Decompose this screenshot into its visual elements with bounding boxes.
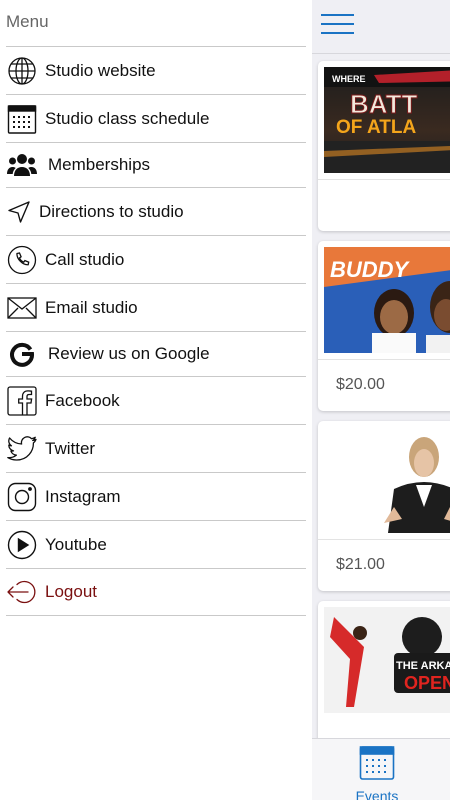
menu-item-label: Logout: [45, 582, 97, 601]
menu-item-call-studio[interactable]: Call studio: [6, 235, 306, 283]
facebook-icon: [6, 385, 38, 417]
event-banner-text: BUDDY: [330, 257, 411, 282]
event-image: BUDDY: [324, 247, 450, 353]
envelope-icon: [6, 292, 38, 324]
menu-item-facebook[interactable]: Facebook: [6, 376, 306, 424]
menu-item-label: Memberships: [48, 155, 151, 174]
tab-events-label: Events: [355, 788, 399, 800]
menu-item-label: Call studio: [45, 249, 125, 269]
menu-list: Studio website Studio class schedule Mem…: [0, 46, 312, 616]
events-page: WHERE BATT OF ATLA BUDDY $20.00 $21.00 T…: [312, 0, 450, 800]
menu-item-memberships[interactable]: Memberships: [6, 142, 306, 187]
menu-item-twitter[interactable]: Twitter: [6, 424, 306, 472]
menu-item-label: Instagram: [45, 486, 121, 506]
menu-item-label: Review us on Google: [48, 344, 210, 363]
menu-item-label: Youtube: [45, 534, 107, 554]
tab-events[interactable]: Events: [350, 745, 404, 800]
menu-item-label: Studio class schedule: [45, 108, 210, 128]
calendar-icon: [6, 103, 38, 135]
event-banner-text: OPEN: [404, 673, 450, 693]
globe-icon: [6, 55, 38, 87]
event-banner-text: BATT: [350, 89, 418, 119]
menu-item-label: Twitter: [45, 438, 96, 458]
card-divider: [318, 179, 450, 180]
event-banner-text: OF ATLA: [336, 117, 416, 138]
menu-item-google-review[interactable]: Review us on Google: [6, 331, 306, 376]
instagram-icon: [6, 481, 38, 513]
menu-item-directions[interactable]: Directions to studio: [6, 187, 306, 235]
calendar-icon: [359, 745, 395, 786]
event-price: $21.00: [336, 556, 385, 573]
menu-item-studio-website[interactable]: Studio website: [6, 46, 306, 94]
event-price: $20.00: [336, 376, 385, 393]
twitter-icon: [6, 433, 38, 465]
users-icon: [6, 149, 38, 181]
event-image: [324, 427, 450, 533]
menu-item-label: Studio website: [45, 60, 156, 80]
menu-item-instagram[interactable]: Instagram: [6, 472, 306, 520]
tab-bar: Events: [312, 738, 450, 800]
phone-icon: [6, 244, 38, 276]
event-image: THE ARKAN OPEN: [324, 607, 450, 713]
top-bar: [312, 0, 450, 54]
navigation-arrow-icon: [6, 196, 32, 228]
menu-item-label: Facebook: [45, 390, 120, 410]
menu-item-email-studio[interactable]: Email studio: [6, 283, 306, 331]
menu-item-logout[interactable]: Logout: [6, 568, 306, 616]
menu-item-youtube[interactable]: Youtube: [6, 520, 306, 568]
event-banner-text: THE ARKAN: [396, 660, 450, 672]
hamburger-menu-icon[interactable]: [321, 13, 354, 40]
menu-title: Menu: [6, 12, 49, 31]
event-card[interactable]: BUDDY $20.00: [318, 241, 450, 411]
event-banner-text: WHERE: [332, 74, 366, 84]
event-image: WHERE BATT OF ATLA: [324, 67, 450, 173]
event-card[interactable]: $21.00: [318, 421, 450, 591]
menu-item-label: Directions to studio: [39, 201, 184, 221]
side-menu: Menu Studio website Studio class schedul…: [0, 0, 312, 800]
youtube-icon: [6, 529, 38, 561]
card-divider: [318, 359, 450, 360]
event-card[interactable]: WHERE BATT OF ATLA: [318, 61, 450, 231]
menu-item-class-schedule[interactable]: Studio class schedule: [6, 94, 306, 142]
logout-icon: [6, 576, 38, 608]
menu-item-label: Email studio: [45, 297, 138, 317]
google-icon: [6, 338, 38, 370]
card-divider: [318, 539, 450, 540]
